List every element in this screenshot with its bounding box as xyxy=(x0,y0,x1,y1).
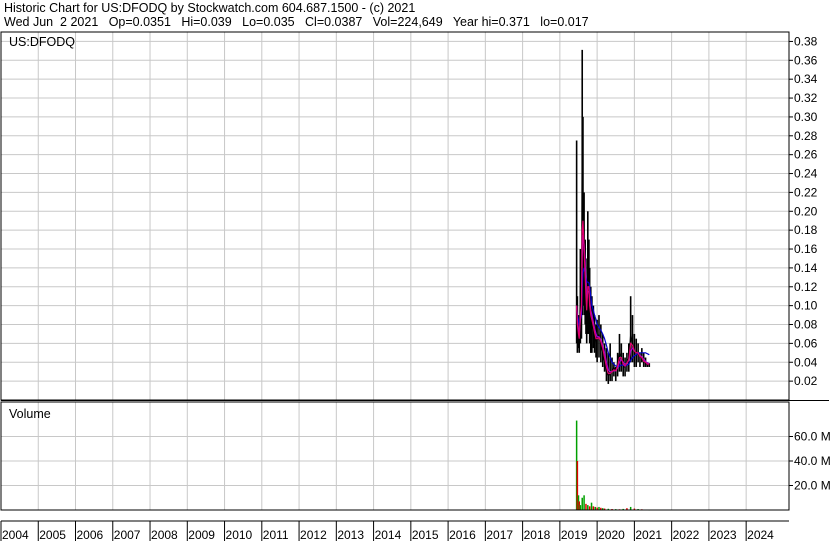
price-y-tick-label: 0.24 xyxy=(794,167,818,181)
x-tick-label: 2023 xyxy=(710,528,737,542)
x-tick-label: 2018 xyxy=(524,528,551,542)
x-tick-label: 2013 xyxy=(337,528,364,542)
volume-bar xyxy=(592,506,595,510)
price-y-tick-label: 0.30 xyxy=(794,110,818,124)
volume-bar xyxy=(581,497,583,510)
volume-bar xyxy=(585,503,587,510)
volume-bar xyxy=(588,506,591,510)
x-tick-label: 2016 xyxy=(449,528,476,542)
price-y-tick-label: 0.08 xyxy=(794,318,818,332)
price-y-tick-label: 0.04 xyxy=(794,355,818,369)
volume-bar xyxy=(583,495,585,510)
volume-y-tick-label: 20.0 M xyxy=(794,479,830,493)
x-tick-label: 2024 xyxy=(747,528,774,542)
volume-panel-frame xyxy=(0,401,790,511)
stock-chart: US:DFODQ Volume 2004 2005 2006 2007 2008 2009… xyxy=(0,31,830,542)
x-tick-label: 2021 xyxy=(635,528,662,542)
x-tick-label: 2007 xyxy=(114,528,141,542)
volume-y-tick-label: 60.0 M xyxy=(794,430,830,444)
x-tick-label: 2015 xyxy=(412,528,439,542)
x-tick-label: 2009 xyxy=(188,528,215,542)
volume-panel-label: Volume xyxy=(9,407,51,421)
price-y-tick-label: 0.18 xyxy=(794,223,818,237)
price-panel-label: US:DFODQ xyxy=(9,35,75,49)
price-y-tick-label: 0.02 xyxy=(794,374,818,388)
x-tick-label: 2017 xyxy=(486,528,513,542)
x-tick-label: 2019 xyxy=(561,528,588,542)
x-tick-label: 2008 xyxy=(151,528,178,542)
volume-y-tick-label: 40.0 M xyxy=(794,454,830,468)
price-y-tick-label: 0.22 xyxy=(794,185,818,199)
price-panel-frame xyxy=(0,31,790,401)
price-y-tick-label: 0.34 xyxy=(794,72,818,86)
price-y-tick-label: 0.10 xyxy=(794,299,818,313)
volume-bar xyxy=(587,505,589,510)
x-tick-label: 2012 xyxy=(300,528,327,542)
x-tick-label: 2020 xyxy=(598,528,625,542)
price-y-tick-label: 0.36 xyxy=(794,53,818,67)
x-tick-label: 2014 xyxy=(375,528,402,542)
x-tick-label: 2011 xyxy=(263,528,289,542)
price-y-tick-label: 0.14 xyxy=(794,261,818,275)
x-tick-label: 2004 xyxy=(2,528,29,542)
x-tick-label: 2006 xyxy=(77,528,104,542)
x-tick-label: 2010 xyxy=(226,528,253,542)
price-y-tick-label: 0.38 xyxy=(794,34,818,48)
price-y-tick-label: 0.26 xyxy=(794,148,818,162)
price-y-tick-label: 0.28 xyxy=(794,129,818,143)
volume-bar xyxy=(579,505,582,510)
x-tick-label: 2005 xyxy=(39,528,66,542)
price-y-tick-label: 0.06 xyxy=(794,336,818,350)
price-y-tick-label: 0.20 xyxy=(794,204,818,218)
volume-bar xyxy=(590,502,593,510)
price-y-tick-label: 0.12 xyxy=(794,280,818,294)
x-tick-label: 2022 xyxy=(673,528,700,542)
price-y-tick-label: 0.32 xyxy=(794,91,818,105)
price-y-tick-label: 0.16 xyxy=(794,242,818,256)
